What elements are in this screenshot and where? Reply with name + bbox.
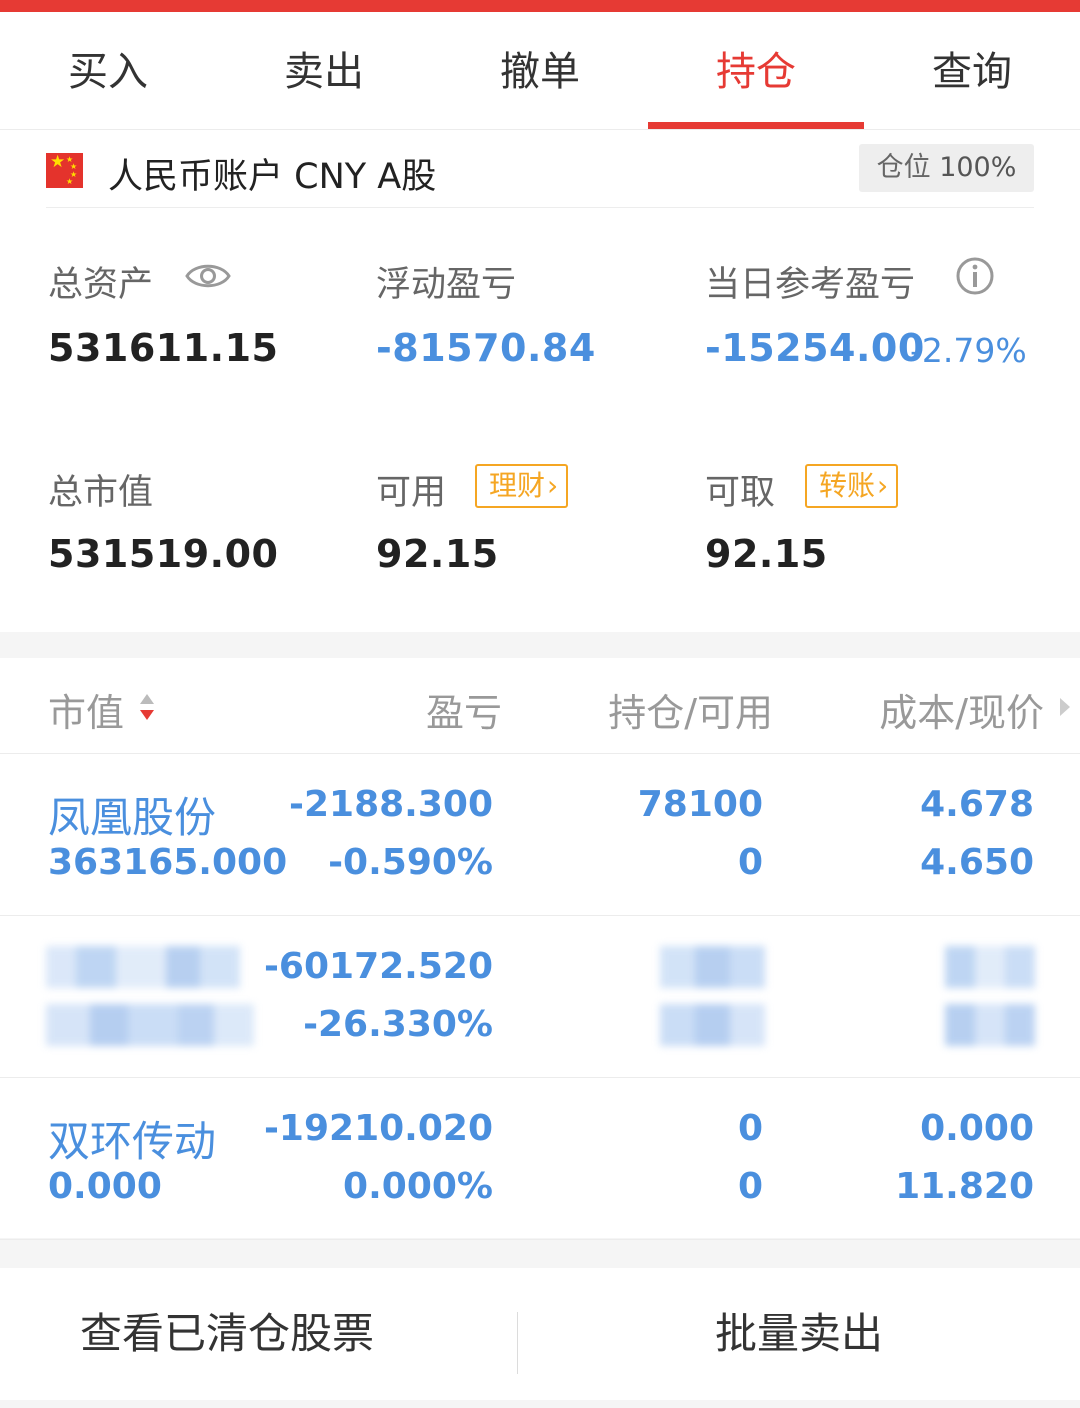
header-position-available[interactable]: 持仓/可用 — [608, 682, 773, 737]
withdrawable-value: 92.15 — [705, 532, 828, 576]
total-assets-value: 531611.15 — [48, 326, 279, 370]
stock-pl-percent: 0.000% — [343, 1166, 493, 1207]
transfer-button[interactable]: 转账› — [805, 464, 899, 508]
wealth-management-button[interactable]: 理财› — [475, 464, 569, 508]
tab-buy[interactable]: 买入 — [0, 12, 216, 130]
eye-icon[interactable] — [185, 260, 231, 292]
tab-sell[interactable]: 卖出 — [216, 12, 432, 130]
chevron-right-icon: › — [547, 469, 559, 502]
tab-query[interactable]: 查询 — [864, 12, 1080, 130]
stock-market-value: 363165.000 — [48, 842, 288, 883]
stock-available: 0 — [737, 1166, 763, 1207]
info-icon[interactable] — [955, 256, 995, 296]
active-tab-indicator — [648, 122, 864, 129]
stock-price: 4.650 — [920, 842, 1034, 883]
bottom-action-bar: 查看已清仓股票 批量卖出 — [0, 1268, 1080, 1400]
table-row[interactable]: 双环传动 0.000 -19210.020 0.000% 0 0 0.000 1… — [0, 1078, 1080, 1240]
position-value: 100% — [939, 152, 1017, 183]
stock-cost: 0.000 — [920, 1108, 1034, 1149]
sort-icon[interactable] — [137, 692, 157, 722]
chevron-right-icon: › — [877, 469, 889, 502]
daily-pl-value: -15254.00 — [705, 326, 925, 370]
daily-pl-percent: -2.79% — [910, 331, 1027, 370]
view-cleared-stocks-button[interactable]: 查看已清仓股票 — [0, 1268, 517, 1400]
stock-pl: -19210.020 — [263, 1108, 493, 1149]
redacted-stock-name — [46, 946, 240, 988]
redacted-position — [660, 946, 765, 988]
available-label: 可用 — [376, 473, 447, 513]
stock-name: 双环传动 — [48, 1117, 217, 1166]
stock-market-value: 0.000 — [48, 1166, 162, 1207]
withdrawable-label: 可取 — [705, 473, 776, 513]
tab-cancel-order[interactable]: 撤单 — [432, 12, 648, 130]
redacted-cost — [945, 946, 1035, 988]
transfer-label: 转账 — [819, 469, 876, 502]
stock-pl: -60172.520 — [263, 946, 493, 987]
holdings-table: 市值 盈亏 持仓/可用 成本/现价 凤凰股份 363165.000 -2188.… — [0, 658, 1080, 1240]
stock-cost: 4.678 — [920, 784, 1034, 825]
stock-price: 11.820 — [895, 1166, 1034, 1207]
stock-pl: -2188.300 — [289, 784, 493, 825]
position-ratio-badge: 仓位 100% — [859, 144, 1034, 192]
market-value-value: 531519.00 — [48, 532, 279, 576]
floating-pl-value: -81570.84 — [376, 326, 596, 370]
wealth-management-label: 理财 — [489, 469, 546, 502]
scroll-right-icon[interactable] — [1058, 696, 1072, 718]
batch-sell-button[interactable]: 批量卖出 — [518, 1268, 1080, 1400]
trade-tabs: 买入 卖出 撤单 持仓 查询 — [0, 12, 1080, 130]
stock-available: 0 — [737, 842, 763, 883]
position-label: 仓位 — [876, 152, 931, 183]
account-header: ★ ★ ★ ★ ★ 人民币账户 CNY A股 仓位 100% — [46, 130, 1034, 208]
header-profit-loss[interactable]: 盈亏 — [426, 682, 502, 737]
china-flag-icon: ★ ★ ★ ★ ★ — [46, 153, 83, 188]
market-value-label: 总市值 — [48, 473, 154, 513]
daily-pl-label: 当日参考盈亏 — [705, 265, 916, 305]
table-row[interactable]: -60172.520 -26.330% — [0, 916, 1080, 1078]
stock-position: 78100 — [637, 784, 763, 825]
header-cost-price[interactable]: 成本/现价 — [879, 682, 1044, 737]
floating-pl-label: 浮动盈亏 — [376, 265, 517, 305]
account-summary: ★ ★ ★ ★ ★ 人民币账户 CNY A股 仓位 100% 总资产 53161… — [0, 130, 1080, 632]
redacted-price — [945, 1004, 1035, 1046]
available-value: 92.15 — [376, 532, 499, 576]
table-row[interactable]: 凤凰股份 363165.000 -2188.300 -0.590% 78100 … — [0, 754, 1080, 916]
account-title: 人民币账户 CNY A股 — [108, 157, 437, 197]
stock-name: 凤凰股份 — [48, 793, 217, 842]
total-assets-label: 总资产 — [48, 265, 154, 305]
redacted-market-value — [46, 1004, 254, 1046]
stock-pl-percent: -26.330% — [303, 1004, 493, 1045]
redacted-available — [660, 1004, 765, 1046]
stock-position: 0 — [737, 1108, 763, 1149]
header-market-value[interactable]: 市值 — [48, 682, 124, 737]
status-bar-accent — [0, 0, 1080, 12]
tab-holdings[interactable]: 持仓 — [648, 12, 864, 130]
table-header: 市值 盈亏 持仓/可用 成本/现价 — [0, 658, 1080, 754]
stock-pl-percent: -0.590% — [328, 842, 493, 883]
